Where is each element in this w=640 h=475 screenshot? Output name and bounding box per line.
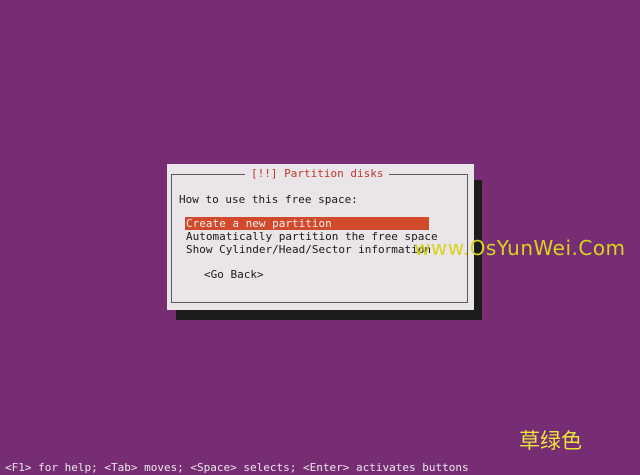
go-back-button[interactable]: <Go Back> [204,268,264,282]
dialog-title: [!!] Partition disks [245,167,390,181]
dialog-prompt: How to use this free space: [179,193,358,206]
option-create-new-partition[interactable]: Create a new partition [185,217,429,230]
option-show-chs-information[interactable]: Show Cylinder/Head/Sector information [185,243,431,256]
partition-option-list: Create a new partition Automatically par… [185,217,438,256]
keyboard-help-statusbar: <F1> for help; <Tab> moves; <Space> sele… [5,461,469,474]
installer-screen: [!!] Partition disks How to use this fre… [0,0,640,475]
brand-watermark: 草绿色 [519,429,582,453]
watermark-text: www.OsYunWei.Com [414,236,626,260]
option-auto-partition-free-space[interactable]: Automatically partition the free space [185,230,438,243]
